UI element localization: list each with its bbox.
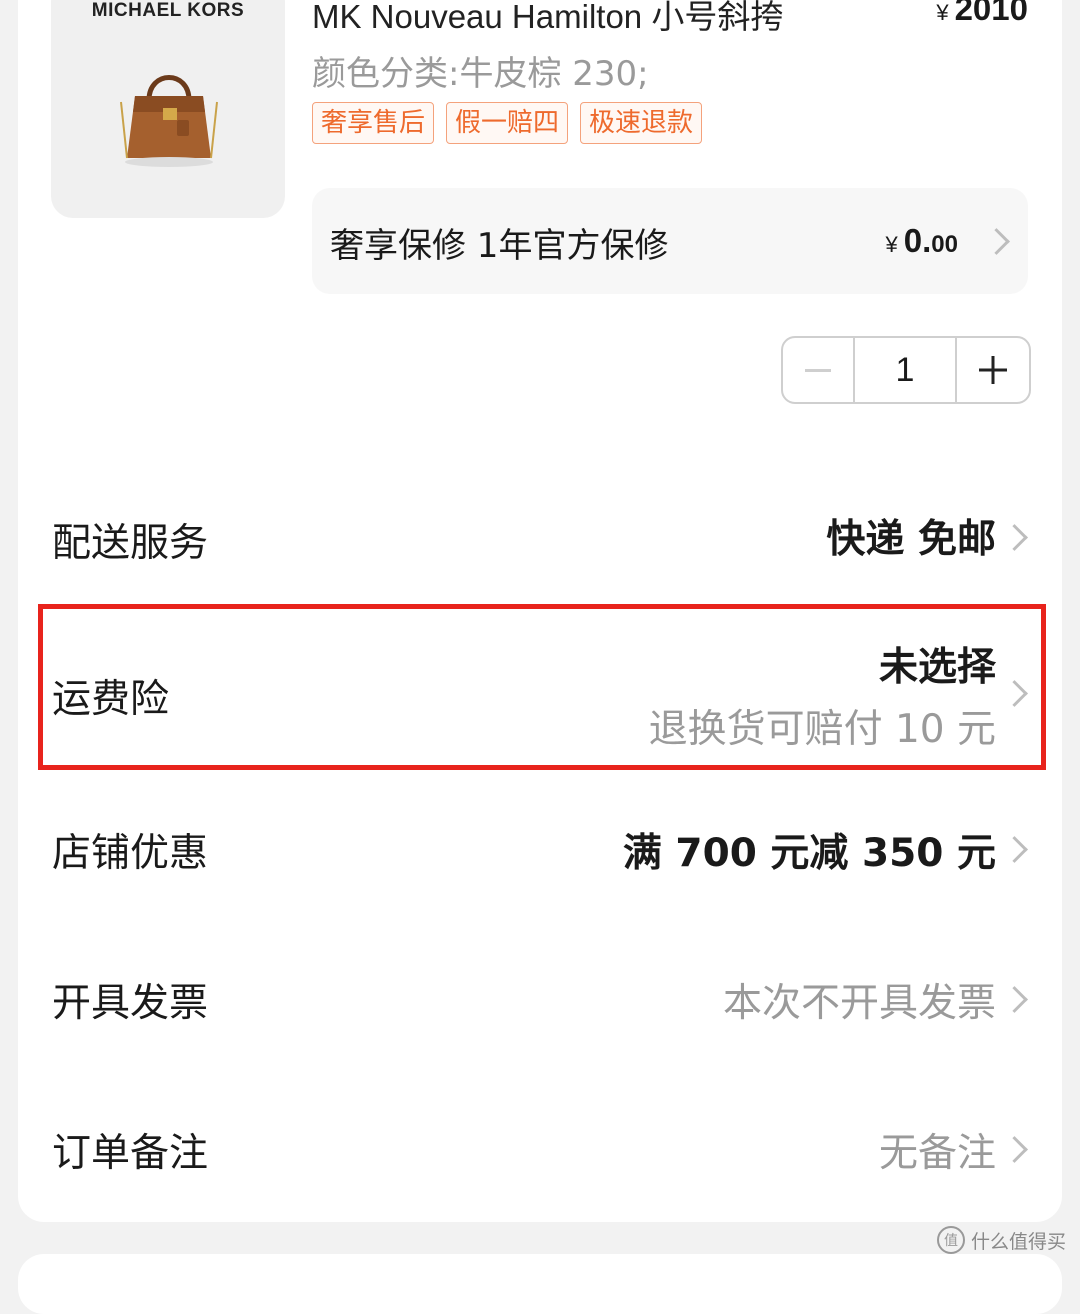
sku-info[interactable]: 颜色分类:牛皮棕 230; xyxy=(312,46,649,95)
row-label: 配送服务 xyxy=(52,521,209,566)
order-note-value: 无备注 xyxy=(878,1131,996,1176)
row-label: 开具发票 xyxy=(52,981,209,1026)
chevron-right-icon xyxy=(1001,1136,1028,1163)
row-label: 订单备注 xyxy=(52,1131,209,1176)
row-label: 店铺优惠 xyxy=(52,831,209,876)
chevron-right-icon xyxy=(1001,524,1028,551)
warranty-option[interactable]: 奢享保修 1年官方保修 ¥0.00 xyxy=(312,188,1028,294)
brand-logo: MICHAEL KORS xyxy=(91,0,245,21)
decrease-button[interactable] xyxy=(783,338,855,402)
watermark-text: 什么值得买 xyxy=(970,1230,1066,1253)
product-image[interactable]: MICHAEL KORS xyxy=(51,0,285,218)
delivery-row[interactable]: 配送服务 快递 免邮 xyxy=(18,490,1062,590)
chevron-right-icon xyxy=(1001,986,1028,1013)
tag-fake-compensation: 假一赔四 xyxy=(446,102,569,144)
store-discount-row[interactable]: 店铺优惠 满 700 元减 350 元 xyxy=(18,800,1062,900)
invoice-value: 本次不开具发票 xyxy=(722,981,996,1026)
tag-fast-refund: 极速退款 xyxy=(580,102,703,144)
price-dec: 00 xyxy=(931,231,958,258)
currency-symbol: ¥ xyxy=(936,0,949,25)
next-card xyxy=(18,1254,1062,1314)
smzdm-logo-icon: 值 xyxy=(936,1226,965,1254)
discount-value: 满 700 元减 350 元 xyxy=(622,831,996,876)
minus-icon xyxy=(805,368,831,372)
watermark: 值 什么值得买 xyxy=(936,1226,1066,1254)
chevron-right-icon xyxy=(983,228,1010,255)
order-note-row[interactable]: 订单备注 无备注 xyxy=(18,1100,1062,1200)
invoice-row[interactable]: 开具发票 本次不开具发票 xyxy=(18,950,1062,1050)
warranty-price: ¥0.00 xyxy=(886,222,958,260)
handbag-image xyxy=(120,75,218,167)
service-tags: 奢享售后 假一赔四 极速退款 xyxy=(312,102,703,144)
currency-symbol: ¥ xyxy=(885,232,898,257)
tag-luxury-aftersale: 奢享售后 xyxy=(312,102,435,144)
price-int: 0. xyxy=(903,222,932,259)
product-price: ¥2010 xyxy=(936,0,1028,28)
quantity-stepper[interactable]: 1 xyxy=(781,336,1031,404)
highlight-annotation xyxy=(38,604,1046,770)
delivery-value: 快递 免邮 xyxy=(826,517,996,562)
increase-button[interactable] xyxy=(957,338,1029,402)
quantity-value[interactable]: 1 xyxy=(855,338,957,402)
product-title[interactable]: MK Nouveau Hamilton 小号斜挎 xyxy=(312,0,783,38)
price-value: 2010 xyxy=(954,0,1028,27)
chevron-right-icon xyxy=(1001,836,1028,863)
warranty-label: 奢享保修 1年官方保修 xyxy=(330,226,669,266)
